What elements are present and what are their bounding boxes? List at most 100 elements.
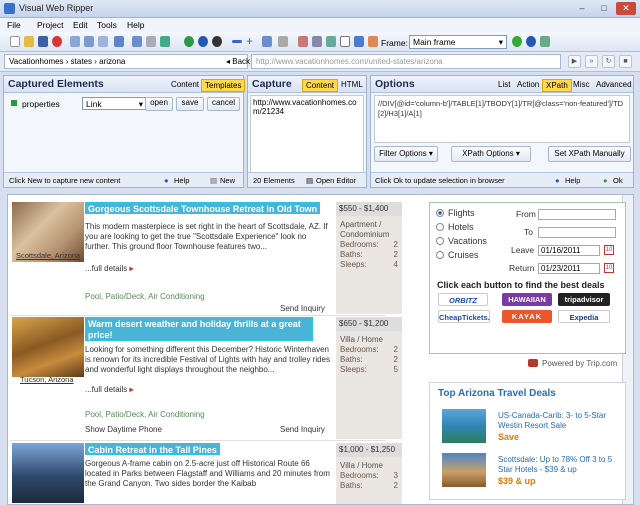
radio-vacations[interactable]: Vacations — [436, 236, 487, 246]
listing-location[interactable]: Scottsdale, Arizona — [16, 251, 80, 260]
go-icon[interactable] — [512, 36, 522, 47]
menu-edit[interactable]: Edit — [73, 20, 88, 30]
move-icon[interactable] — [262, 36, 272, 47]
open-icon[interactable] — [24, 36, 34, 47]
vacations-label: Vacations — [448, 236, 487, 246]
minus-icon[interactable] — [232, 40, 242, 43]
radio-cruises[interactable]: Cruises — [436, 250, 479, 260]
mark-icon[interactable] — [312, 36, 322, 47]
save-icon[interactable] — [38, 36, 48, 47]
cancel-button[interactable]: cancel — [207, 97, 240, 111]
leave-date-field[interactable]: 01/16/2011 — [538, 245, 600, 256]
calendar-icon[interactable]: 10 — [604, 263, 614, 273]
kayak-button[interactable]: KAYAK — [502, 310, 552, 323]
plus-icon[interactable]: + — [246, 35, 258, 47]
open-button[interactable]: open — [145, 97, 173, 111]
send-inquiry-link[interactable]: Send Inquiry — [280, 304, 325, 313]
maximize-button[interactable]: □ — [594, 2, 614, 15]
run-icon[interactable] — [184, 36, 194, 47]
play-icon[interactable]: ▶ — [568, 55, 581, 68]
tab-action[interactable]: Action — [514, 79, 542, 90]
list-icon[interactable] — [132, 36, 142, 47]
listing-photo[interactable] — [12, 443, 84, 503]
table-icon[interactable] — [160, 36, 170, 47]
cheaptickets-button[interactable]: CheapTickets. — [438, 310, 490, 323]
minimize-button[interactable]: – — [572, 2, 592, 15]
capture-text-area[interactable]: http://www.vacationhomes.com/21234 — [250, 95, 364, 173]
captured-help-button[interactable]: Help — [174, 176, 189, 185]
tab-misc[interactable]: Misc — [570, 79, 592, 90]
full-details-link[interactable]: ...full details ▸ — [85, 264, 134, 273]
page-icon[interactable] — [354, 36, 364, 47]
listing-photo[interactable] — [12, 317, 84, 377]
expedia-button[interactable]: Expedia — [558, 310, 610, 323]
deal-link[interactable]: Scottsdale: Up to 78% Off 3 to 5 Star Ho… — [498, 455, 622, 475]
open-editor-button[interactable]: Open Editor — [316, 176, 356, 185]
show-phone-link[interactable]: Show Daytime Phone — [85, 425, 162, 434]
record-icon[interactable] — [212, 36, 222, 47]
back-button[interactable]: ◂ Back — [226, 57, 250, 66]
close-button[interactable]: ✕ — [616, 2, 636, 15]
help-icon[interactable] — [526, 36, 536, 47]
globe-icon[interactable] — [198, 36, 208, 47]
tool-icon[interactable] — [114, 36, 124, 47]
stop-icon[interactable] — [52, 36, 62, 47]
tab-content[interactable]: Content — [168, 79, 202, 90]
frame-select[interactable]: Main frame ▾ — [409, 35, 507, 49]
checkbox-icon[interactable] — [340, 36, 350, 47]
calendar-icon[interactable]: 10 — [604, 245, 614, 255]
stop-nav-icon[interactable]: ■ — [619, 55, 632, 68]
deal-link[interactable]: US-Canada-Carib: 3- to 5-Star Westin Res… — [498, 411, 622, 431]
save-button[interactable]: save — [176, 97, 204, 111]
options-help-button[interactable]: Help — [565, 176, 580, 185]
tab-list[interactable]: List — [495, 79, 513, 90]
send-inquiry-link[interactable]: Send Inquiry — [280, 425, 325, 434]
forward-icon[interactable]: » — [585, 55, 598, 68]
xpath-text-area[interactable]: //DIV[@id='column-b']/TABLE[1]/TBODY[1]/… — [374, 95, 630, 143]
frame-icon[interactable] — [326, 36, 336, 47]
new-icon[interactable] — [10, 36, 20, 47]
tab-templates[interactable]: Templates — [201, 79, 246, 92]
menu-help[interactable]: Help — [127, 20, 144, 30]
from-field[interactable] — [538, 209, 616, 220]
radio-hotels[interactable]: Hotels — [436, 222, 474, 232]
new-button[interactable]: New — [220, 176, 235, 185]
menu-project[interactable]: Project — [37, 20, 63, 30]
tab-capture-content[interactable]: Content — [302, 79, 339, 92]
deal-photo[interactable] — [442, 453, 486, 487]
set-xpath-manually-button[interactable]: Set XPath Manually — [548, 146, 631, 162]
full-details-link[interactable]: ...full details ▸ — [85, 385, 134, 394]
baths-row: Baths: 2 — [340, 355, 398, 365]
deal-photo[interactable] — [442, 409, 486, 443]
element-type-select[interactable]: Link ▾ — [82, 97, 146, 110]
tab-advanced[interactable]: Advanced — [593, 79, 635, 90]
listing-title[interactable]: Warm desert weather and holiday thrills … — [85, 317, 313, 341]
radio-flights[interactable]: Flights — [436, 208, 475, 218]
ok-button[interactable]: Ok — [613, 176, 623, 185]
menu-file[interactable]: File — [7, 20, 21, 30]
listing-title[interactable]: Cabin Retreat in the Tall Pines — [85, 443, 220, 455]
tab-xpath[interactable]: XPath — [542, 79, 572, 92]
return-date-field[interactable]: 01/23/2011 — [538, 263, 600, 274]
to-field[interactable] — [538, 227, 616, 238]
copy-icon[interactable] — [84, 36, 94, 47]
listing-location[interactable]: Tucson, Arizona — [20, 375, 74, 384]
paste-icon[interactable] — [98, 36, 108, 47]
refresh-icon[interactable]: ↻ — [602, 55, 615, 68]
tab-capture-html[interactable]: HTML — [338, 79, 366, 90]
powered-by[interactable]: Powered by Trip.com — [542, 359, 617, 368]
cut-icon[interactable] — [70, 36, 80, 47]
url-field[interactable]: http://www.vacationhomes.com/united-stat… — [251, 54, 561, 69]
orbitz-button[interactable]: ORBITZ — [438, 293, 488, 306]
export-icon[interactable] — [368, 36, 378, 47]
settings-icon[interactable] — [278, 36, 288, 47]
xpath-options-button[interactable]: XPath Options ▾ — [451, 146, 531, 162]
hawaiian-button[interactable]: HAWAIIAN — [502, 293, 552, 306]
filter-options-button[interactable]: Filter Options ▾ — [374, 146, 438, 162]
select-icon[interactable] — [298, 36, 308, 47]
tripadvisor-button[interactable]: tripadvisor — [558, 293, 610, 306]
image-icon[interactable] — [540, 36, 550, 47]
menu-tools[interactable]: Tools — [97, 20, 117, 30]
doc-icon[interactable] — [146, 36, 156, 47]
listing-title[interactable]: Gorgeous Scottsdale Townhouse Retreat in… — [85, 202, 321, 214]
